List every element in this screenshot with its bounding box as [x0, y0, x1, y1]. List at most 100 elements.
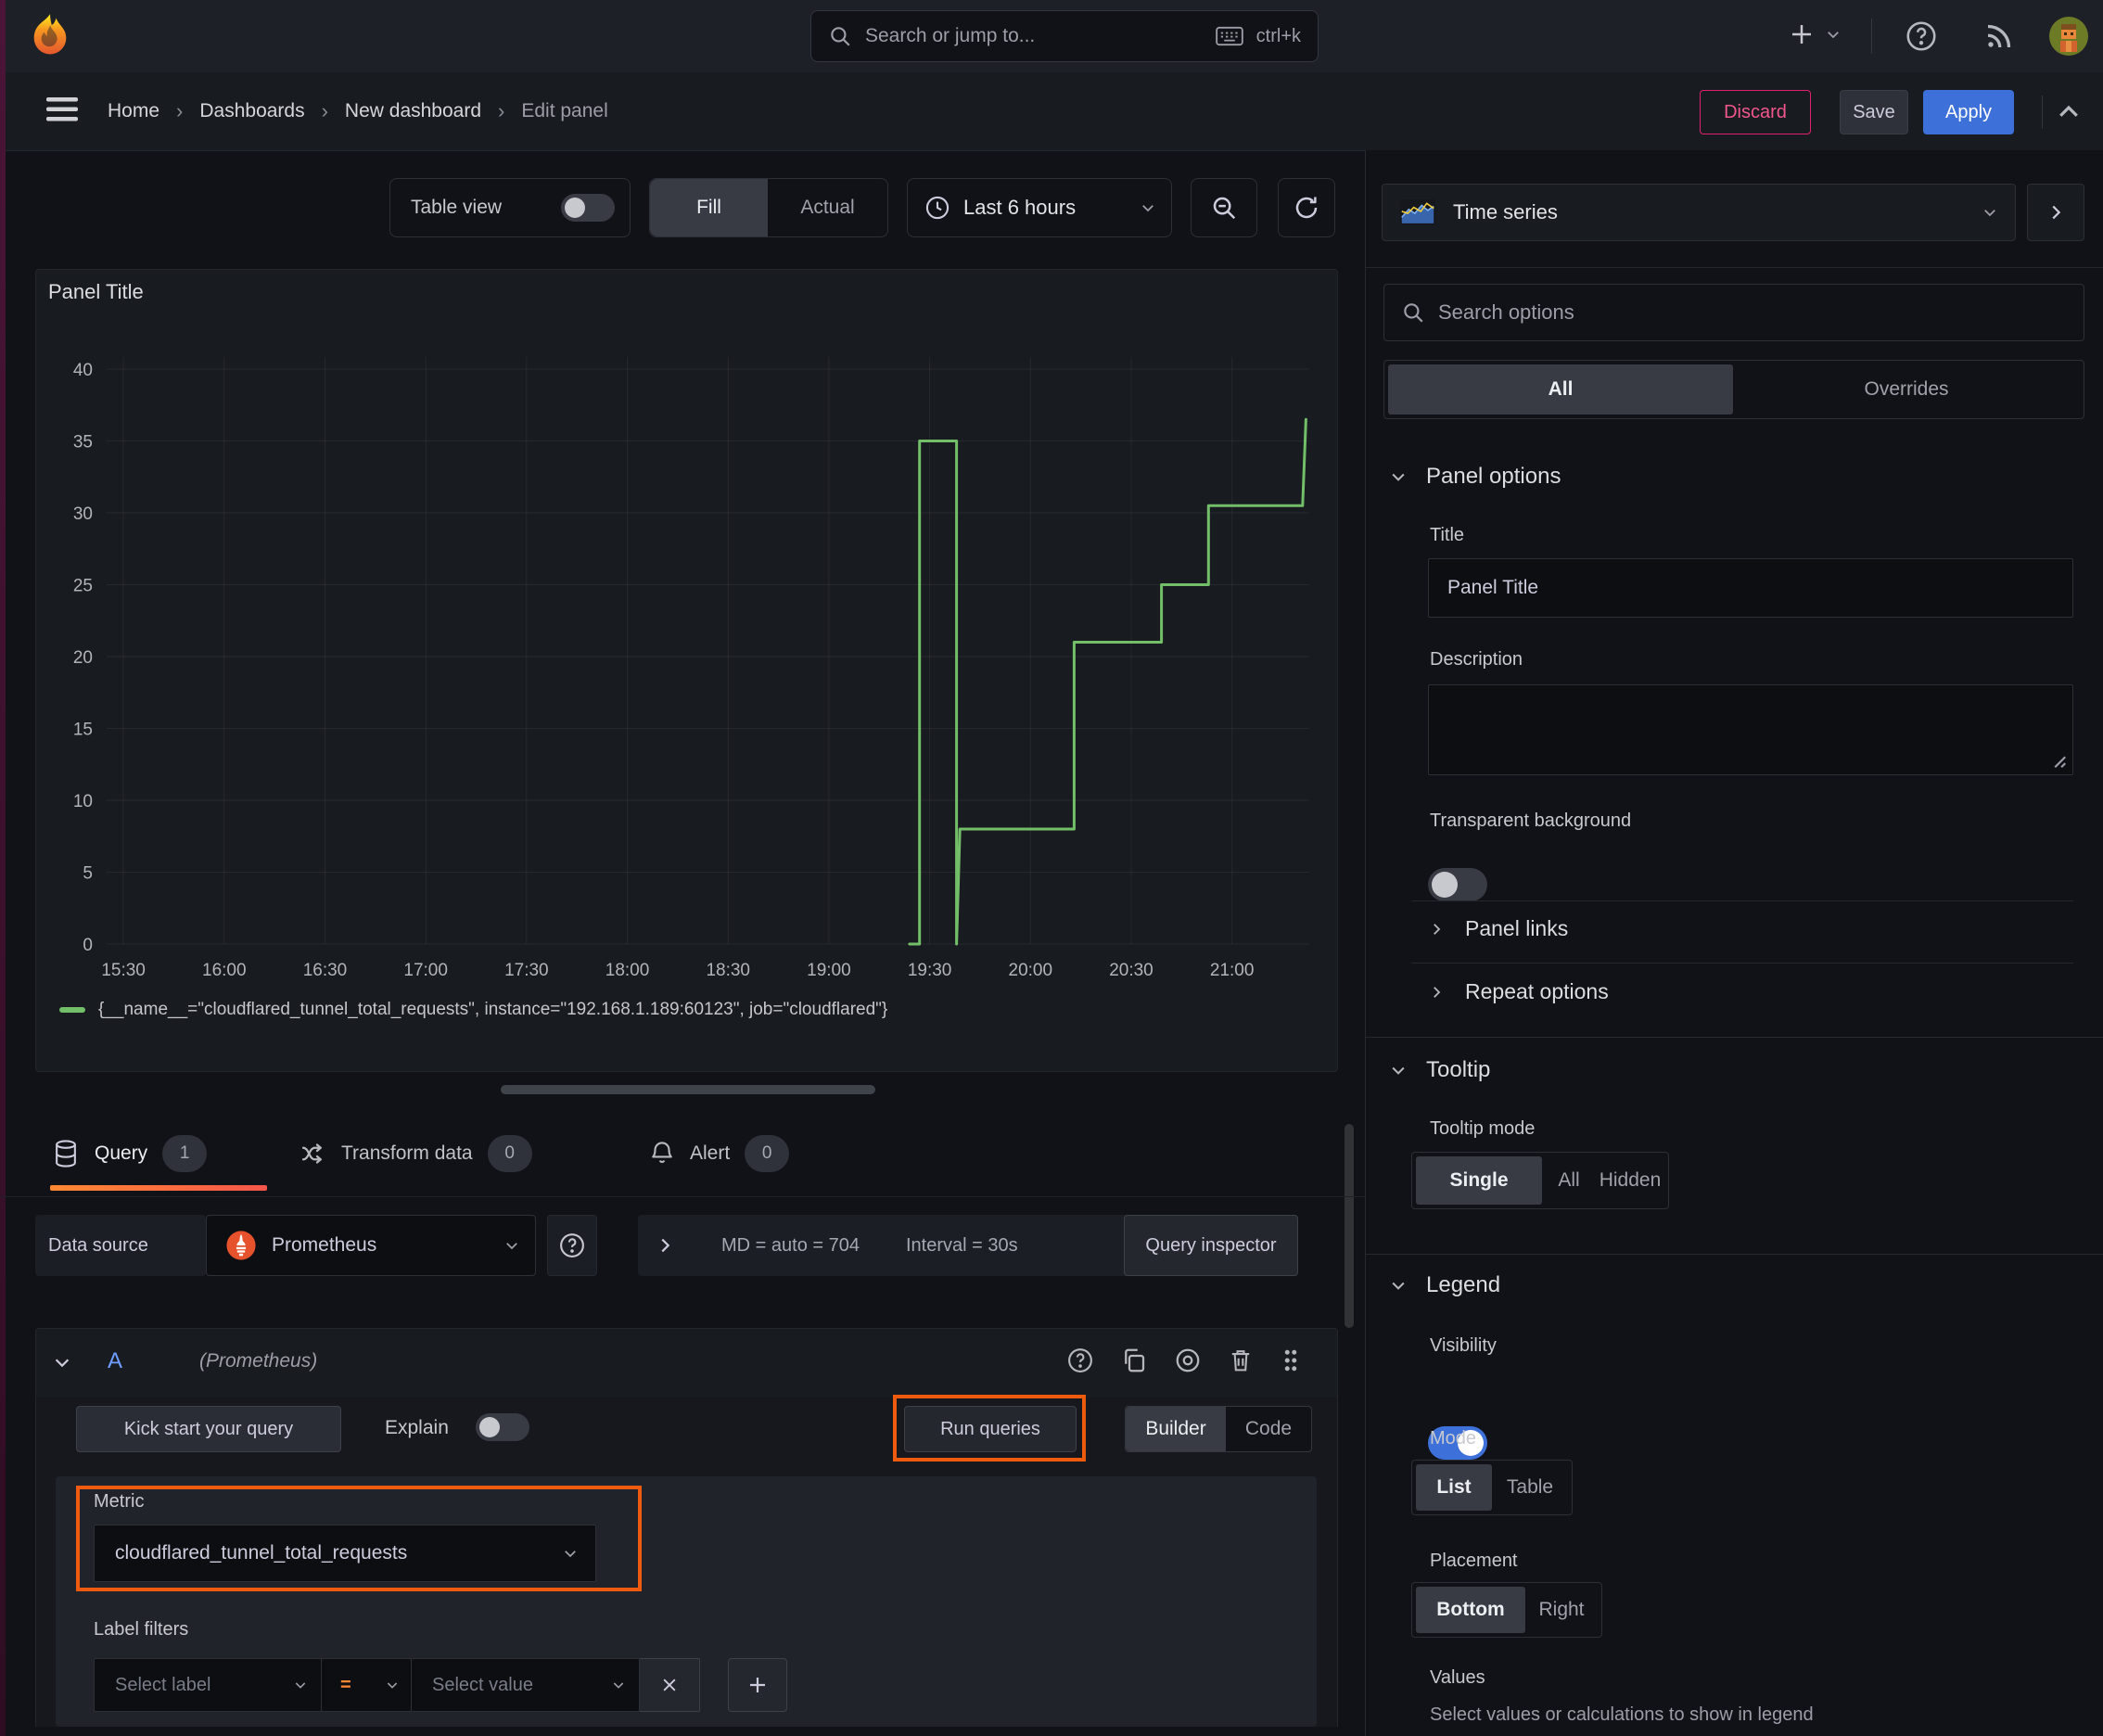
- chevron-right-icon: [1428, 921, 1445, 938]
- chevron-down-icon: [611, 1678, 626, 1692]
- transform-icon: [299, 1140, 326, 1168]
- main-scrollbar[interactable]: [1345, 1124, 1354, 1328]
- timeseries-chart[interactable]: 0 5 10 15 20 25 30 35 40 15:30 16:00 16:30 17:00 17:3…: [35, 269, 1338, 1011]
- apply-button[interactable]: Apply: [1923, 90, 2014, 134]
- kick-start-query-button[interactable]: Kick start your query: [76, 1406, 341, 1452]
- select-value-placeholder: Select value: [432, 1674, 533, 1695]
- actual-option[interactable]: Actual: [768, 179, 887, 236]
- grafana-edit-panel-screen: Search or jump to... ctrl+k Home › Dashb…: [0, 0, 2103, 1736]
- select-value-dropdown[interactable]: Select value: [412, 1658, 640, 1712]
- breadcrumb-separator-icon: [498, 99, 504, 123]
- legend-mode-table[interactable]: Table: [1492, 1464, 1568, 1511]
- options-search-box[interactable]: Search options: [1383, 284, 2084, 341]
- save-button[interactable]: Save: [1840, 90, 1908, 134]
- datasource-help-button[interactable]: [547, 1215, 597, 1276]
- select-label-dropdown[interactable]: Select label: [94, 1658, 322, 1712]
- panel-links-row[interactable]: Panel links: [1428, 916, 1568, 941]
- help-button[interactable]: [1905, 19, 1938, 53]
- breadcrumb-dashboards[interactable]: Dashboards: [199, 100, 304, 122]
- breadcrumb-home[interactable]: Home: [108, 100, 159, 122]
- tooltip-heading: Tooltip: [1426, 1057, 1491, 1082]
- code-option[interactable]: Code: [1226, 1407, 1311, 1451]
- zoom-out-button[interactable]: [1191, 178, 1257, 237]
- collapse-pane-button[interactable]: [2027, 184, 2084, 241]
- panel-links-label: Panel links: [1465, 916, 1569, 940]
- metric-select[interactable]: cloudflared_tunnel_total_requests: [94, 1525, 596, 1582]
- panel-title-input[interactable]: [1428, 558, 2073, 618]
- grafana-logo[interactable]: [26, 12, 74, 60]
- menu-toggle-button[interactable]: [45, 95, 82, 124]
- breadcrumb-separator-icon: [322, 99, 328, 123]
- resize-handle-icon[interactable]: [2047, 749, 2068, 770]
- query-datasource-hint: (Prometheus): [199, 1350, 318, 1372]
- refresh-icon: [1293, 194, 1320, 222]
- close-icon: [660, 1676, 679, 1694]
- options-search-placeholder: Search options: [1438, 300, 1574, 324]
- top-nav-bar: Search or jump to... ctrl+k: [6, 0, 2103, 73]
- datasource-label-box: Data source: [35, 1215, 206, 1276]
- news-button[interactable]: [1982, 19, 2016, 53]
- add-filter-button[interactable]: [728, 1658, 787, 1712]
- title-label: Title: [1430, 525, 1465, 545]
- duplicate-icon[interactable]: [1120, 1347, 1148, 1374]
- tab-query-label: Query: [95, 1142, 148, 1164]
- description-textarea[interactable]: [1428, 684, 2073, 775]
- legend-mode-list[interactable]: List: [1416, 1464, 1492, 1511]
- legend-header[interactable]: Legend: [1389, 1272, 1500, 1298]
- svg-text:0: 0: [83, 936, 93, 955]
- active-tab-underline: [50, 1185, 267, 1191]
- tooltip-mode-all[interactable]: All: [1542, 1156, 1596, 1205]
- panel-resize-handle[interactable]: [501, 1085, 875, 1094]
- keyboard-icon: [1215, 26, 1243, 46]
- builder-option[interactable]: Builder: [1126, 1407, 1226, 1451]
- operator-dropdown[interactable]: =: [322, 1658, 412, 1712]
- remove-filter-button[interactable]: [640, 1658, 700, 1712]
- legend-placement-label: Placement: [1430, 1551, 1518, 1571]
- user-avatar[interactable]: [2049, 17, 2088, 56]
- plus-icon: [746, 1674, 769, 1696]
- builder-code-switch: Builder Code: [1125, 1406, 1312, 1452]
- legend-placement-right[interactable]: Right: [1525, 1587, 1598, 1633]
- tab-alert[interactable]: Alert 0: [649, 1124, 790, 1183]
- tab-query[interactable]: Query 1: [52, 1124, 208, 1183]
- query-inspector-button[interactable]: Query inspector: [1124, 1215, 1298, 1276]
- panel-options-header[interactable]: Panel options: [1389, 464, 1561, 490]
- query-ref-id[interactable]: A: [108, 1348, 122, 1374]
- run-queries-button[interactable]: Run queries: [904, 1406, 1077, 1452]
- transparent-background-toggle[interactable]: [1428, 868, 1487, 901]
- refresh-button[interactable]: [1278, 178, 1335, 237]
- breadcrumb-edit-panel: Edit panel: [521, 100, 608, 121]
- explain-toggle[interactable]: [476, 1413, 529, 1441]
- fill-option[interactable]: Fill: [650, 179, 768, 236]
- svg-text:25: 25: [73, 577, 93, 596]
- tooltip-header[interactable]: Tooltip: [1389, 1057, 1490, 1083]
- visualization-picker[interactable]: Time series: [1382, 184, 2016, 241]
- tooltip-mode-hidden[interactable]: Hidden: [1596, 1156, 1664, 1205]
- table-view-toggle[interactable]: [561, 194, 615, 222]
- query-options-bar[interactable]: MD = auto = 704 Interval = 30s: [638, 1215, 1155, 1276]
- trash-icon[interactable]: [1228, 1347, 1254, 1374]
- collapse-header-button[interactable]: [2055, 98, 2083, 126]
- datasource-picker[interactable]: Prometheus: [206, 1215, 536, 1276]
- tab-transform-data[interactable]: Transform data 0: [299, 1124, 532, 1183]
- svg-text:18:30: 18:30: [706, 961, 750, 980]
- series-legend-label[interactable]: {__name__="cloudflared_tunnel_total_requ…: [98, 1000, 887, 1020]
- filter-all-option[interactable]: All: [1388, 364, 1733, 415]
- explain-label: Explain: [385, 1417, 449, 1438]
- discard-button[interactable]: Discard: [1700, 90, 1811, 134]
- tooltip-mode-single[interactable]: Single: [1416, 1156, 1542, 1205]
- filter-overrides-option[interactable]: Overrides: [1733, 364, 2080, 415]
- select-label-placeholder: Select label: [115, 1674, 211, 1695]
- eye-icon[interactable]: [1174, 1347, 1202, 1374]
- drag-grip-icon[interactable]: [1280, 1347, 1302, 1374]
- help-icon[interactable]: [1066, 1347, 1094, 1374]
- time-range-picker[interactable]: Last 6 hours: [907, 178, 1172, 237]
- add-menu-button[interactable]: [1788, 20, 1842, 48]
- repeat-options-row[interactable]: Repeat options: [1428, 979, 1609, 1004]
- query-collapse-chevron[interactable]: [52, 1352, 72, 1372]
- global-search-box[interactable]: Search or jump to... ctrl+k: [810, 10, 1319, 62]
- legend-placement-bottom[interactable]: Bottom: [1416, 1587, 1525, 1633]
- chevron-down-icon: [52, 1352, 72, 1372]
- breadcrumb-new-dashboard[interactable]: New dashboard: [345, 100, 481, 122]
- hamburger-icon: [45, 95, 82, 124]
